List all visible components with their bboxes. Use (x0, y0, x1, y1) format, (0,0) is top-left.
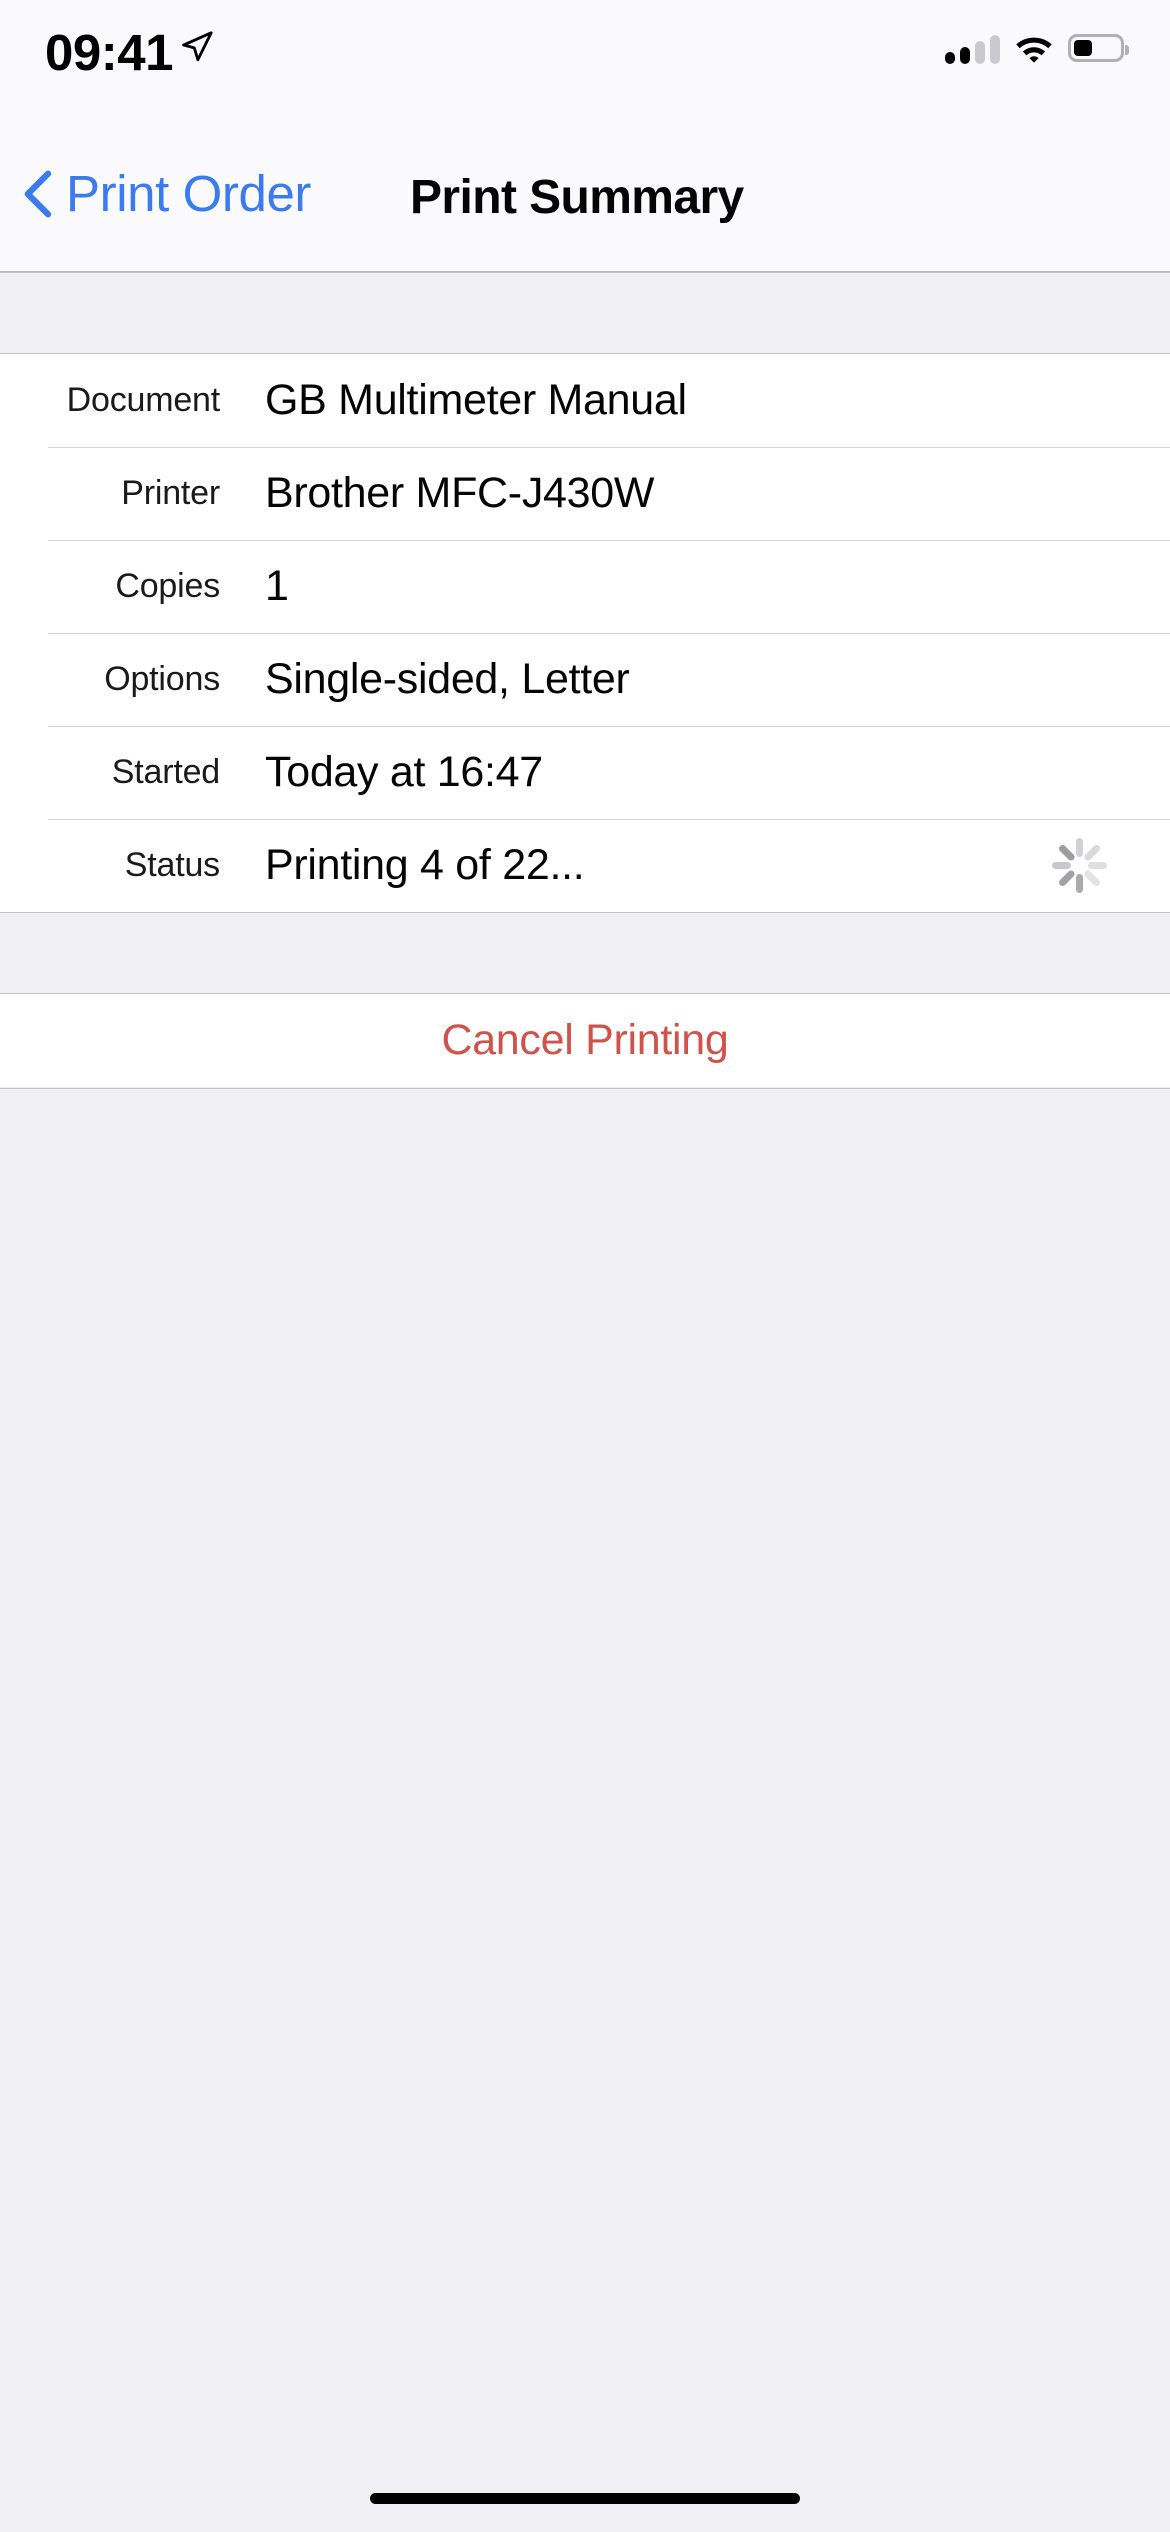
table-row[interactable]: Status Printing 4 of 22... (0, 819, 1170, 912)
row-value-document: GB Multimeter Manual (265, 376, 687, 424)
section-gap-middle (0, 912, 1170, 994)
table-row[interactable]: Copies 1 (0, 540, 1170, 633)
location-arrow-icon (182, 31, 213, 62)
table-row[interactable]: Printer Brother MFC-J430W (0, 447, 1170, 540)
row-value-printer: Brother MFC-J430W (265, 469, 655, 517)
status-accessory (1048, 835, 1110, 897)
phone-screen: 09:41 Print Order Print Summary Document… (0, 0, 1170, 2532)
page-title: Print Summary (410, 171, 744, 224)
table-row[interactable]: Started Today at 16:47 (0, 726, 1170, 819)
home-indicator[interactable] (370, 2493, 800, 2504)
status-bar-time: 09:41 (45, 24, 173, 81)
back-button-label: Print Order (66, 165, 311, 222)
row-label-document: Document (66, 381, 221, 419)
table-row[interactable]: Document GB Multimeter Manual (0, 354, 1170, 447)
actions-group: Cancel Printing (0, 994, 1170, 1087)
row-label-copies: Copies (115, 567, 220, 605)
navigation-bar: Print Order Print Summary (0, 142, 1170, 272)
status-bar: 09:41 (0, 0, 1170, 142)
row-label-status: Status (124, 846, 220, 884)
row-label-printer: Printer (121, 474, 220, 512)
wifi-icon (1016, 37, 1052, 63)
table-row[interactable]: Options Single-sided, Letter (0, 633, 1170, 726)
back-button[interactable]: Print Order (22, 164, 311, 224)
activity-spinner-icon (1048, 835, 1110, 897)
row-value-copies: 1 (265, 562, 289, 610)
battery-fill (1074, 40, 1092, 56)
row-label-started: Started (111, 753, 220, 791)
background-fill (0, 1088, 1170, 2532)
chevron-left-icon (24, 170, 52, 218)
battery-icon (1068, 34, 1129, 62)
status-bar-indicators (945, 30, 1129, 66)
print-summary-table: Document GB Multimeter Manual Printer Br… (0, 354, 1170, 912)
row-value-started: Today at 16:47 (265, 748, 543, 796)
section-gap-top (0, 272, 1170, 354)
row-value-options: Single-sided, Letter (265, 655, 630, 703)
cellular-signal-icon (945, 32, 1000, 64)
cancel-printing-label: Cancel Printing (441, 1016, 729, 1064)
row-label-options: Options (104, 660, 220, 698)
cancel-printing-button[interactable]: Cancel Printing (0, 994, 1170, 1087)
row-value-status: Printing 4 of 22... (265, 841, 585, 889)
